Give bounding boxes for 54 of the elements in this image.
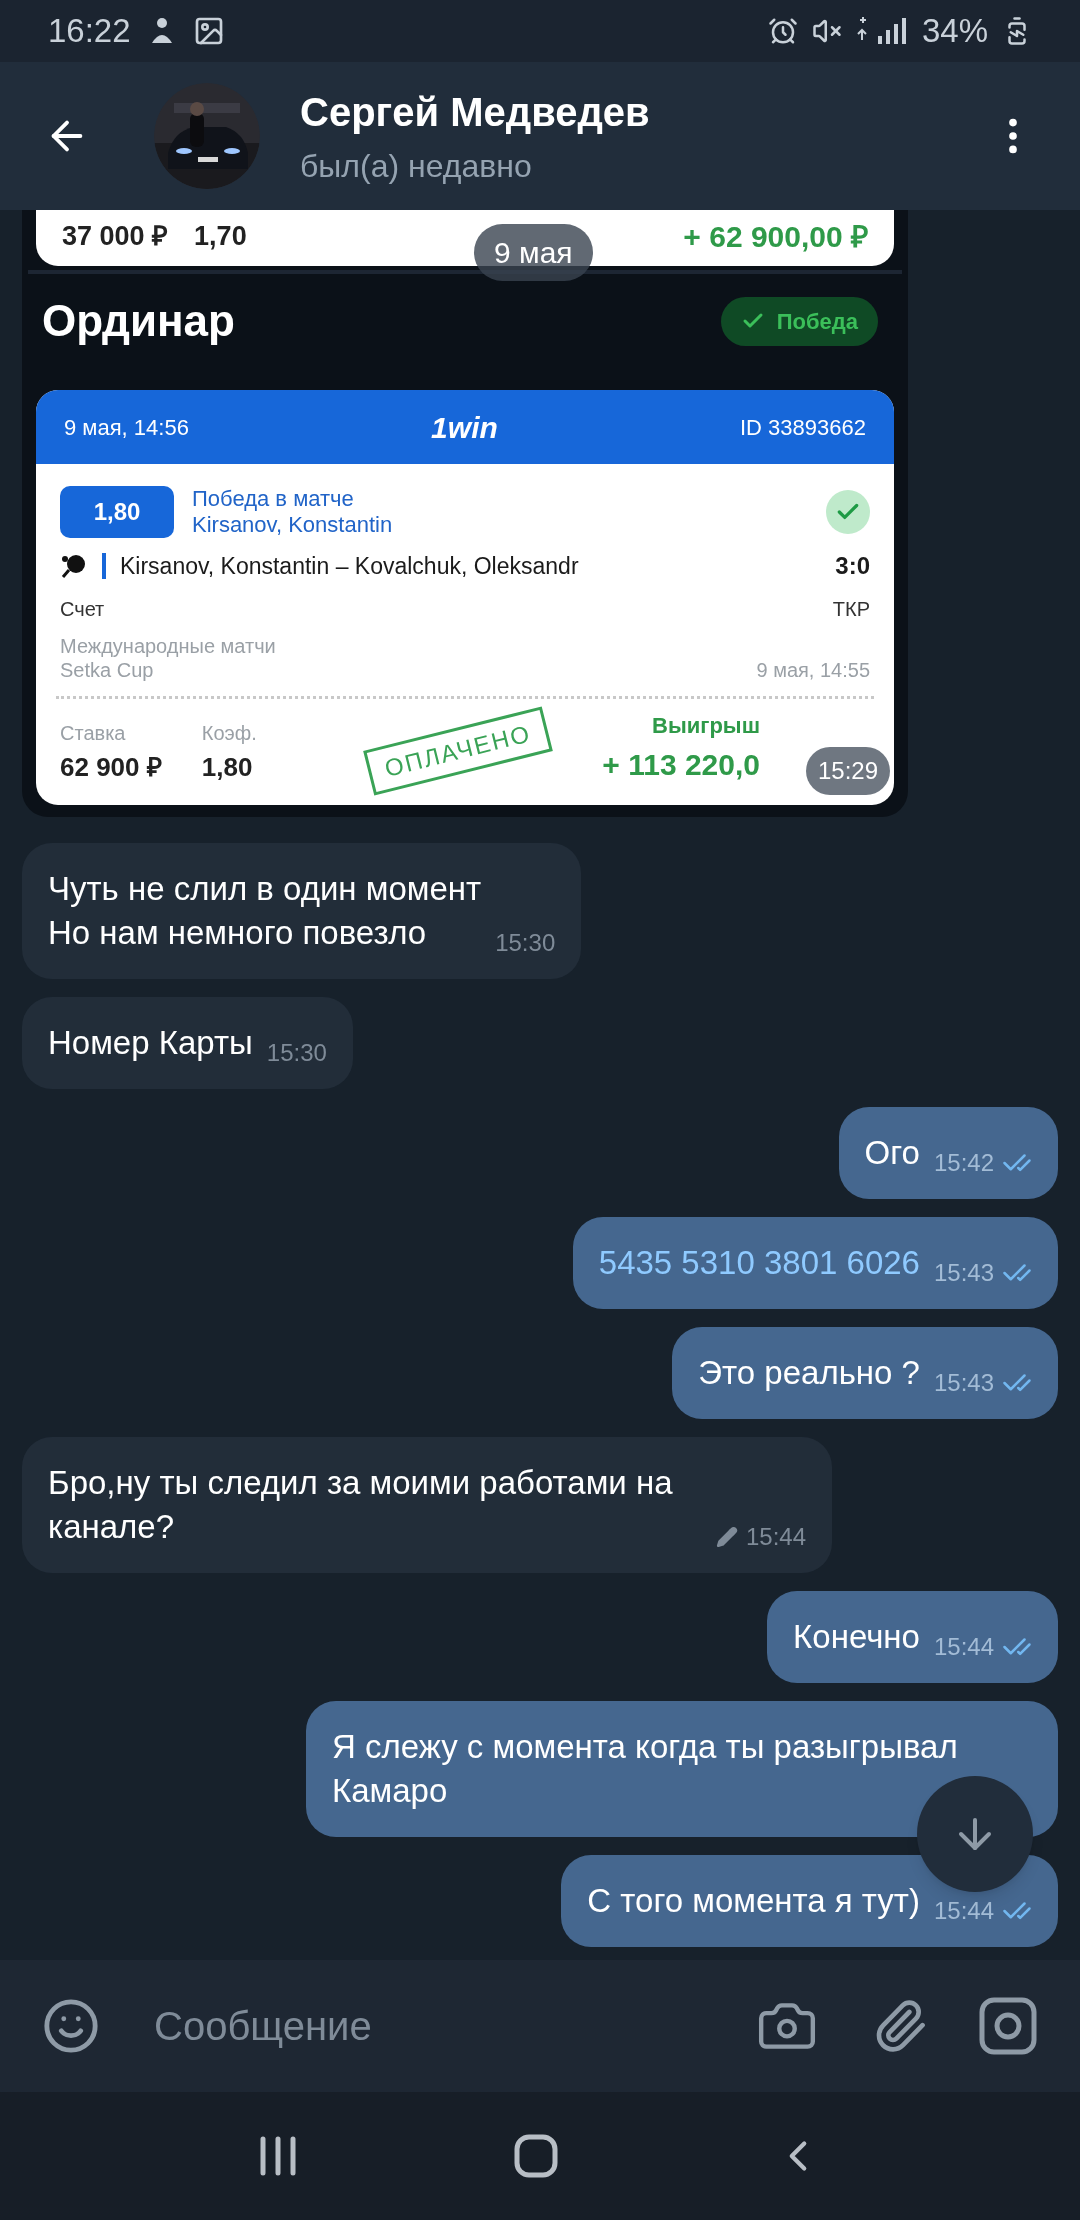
market-name: Победа в матче bbox=[192, 486, 355, 512]
message-time: 15:30 bbox=[495, 928, 556, 958]
contact-name: Сергей Медведев bbox=[300, 89, 651, 136]
stake-label: Ставка bbox=[60, 721, 127, 746]
message-text: Я слежу с момента когда ты разыгрывал Камаро bbox=[332, 1727, 959, 1811]
match-score: 3:0 bbox=[835, 551, 870, 581]
bet-date: 9 мая, 14:56 bbox=[64, 413, 189, 442]
selection-name: Kirsanov, Konstantin bbox=[192, 512, 394, 538]
date-badge: 9 мая bbox=[474, 224, 593, 281]
message-text: Номер Карты bbox=[48, 1023, 253, 1063]
event-time: 9 мая, 14:55 bbox=[756, 658, 870, 682]
message-time: 15:44 bbox=[745, 1522, 806, 1552]
status-badge: Победа bbox=[720, 296, 878, 346]
signal-icon bbox=[855, 16, 908, 46]
odds-badge: 1,80 bbox=[60, 486, 174, 538]
payout-amount: + 62 900,00 ₽ bbox=[683, 218, 868, 255]
message-time: 15:43 bbox=[933, 1258, 994, 1288]
emoji-button[interactable] bbox=[42, 1997, 100, 2055]
score-status: ТКР bbox=[832, 597, 870, 622]
message-text: Бро,ну ты следил за моими работами на канале? bbox=[48, 1463, 674, 1547]
score-label: Счет bbox=[60, 597, 105, 622]
message-text: Ого bbox=[864, 1133, 920, 1173]
home-button[interactable] bbox=[513, 2133, 559, 2179]
won-check-icon bbox=[826, 490, 870, 534]
league-name: Setka Cup bbox=[60, 658, 155, 682]
message-text: С того момента я тут) bbox=[587, 1881, 920, 1921]
battery-percent: 34% bbox=[921, 11, 988, 52]
bet-screenshot[interactable] bbox=[22, 210, 908, 817]
table-tennis-icon bbox=[60, 552, 88, 580]
instagram-button[interactable] bbox=[978, 1996, 1038, 2056]
match-name: Kirsanov, Konstantin – Kovalchuk, Oleksandr bbox=[120, 551, 580, 581]
card-number-link[interactable]: 5435 5310 3801 6026 bbox=[598, 1241, 920, 1291]
message-text: Это реально ? bbox=[698, 1353, 920, 1393]
message-text: Конечно bbox=[793, 1617, 920, 1657]
message-time: 15:44 bbox=[933, 1896, 994, 1926]
bet-id: ID 33893662 bbox=[740, 413, 866, 442]
payout-label: Выигрыш bbox=[652, 712, 760, 740]
message-time: 15:30 bbox=[266, 1038, 327, 1068]
contact-status: был(а) недавно bbox=[300, 147, 533, 186]
brand-logo: 1win bbox=[431, 409, 498, 446]
bet-type-title: Ординар bbox=[42, 295, 235, 347]
stake-amount: 37 000 ₽ bbox=[62, 219, 169, 253]
message-text: Чуть не слил в один момент Но нам немного повезло bbox=[48, 869, 482, 953]
coefficient-label: Коэф. bbox=[201, 721, 257, 746]
alarm-icon bbox=[767, 16, 798, 46]
coefficient: 1,70 bbox=[194, 219, 247, 253]
message-time: 15:43 bbox=[933, 1368, 994, 1398]
tournament-name: Международные матчи bbox=[60, 634, 276, 658]
message-time: 15:44 bbox=[933, 1632, 994, 1662]
coefficient: 1,80 bbox=[201, 751, 254, 784]
message-time: 15:42 bbox=[933, 1148, 994, 1178]
stake-amount: 62 900 ₽ bbox=[60, 751, 162, 784]
status-time: 16:22 bbox=[48, 11, 131, 52]
payout-amount: + 113 220,0 bbox=[602, 747, 760, 783]
